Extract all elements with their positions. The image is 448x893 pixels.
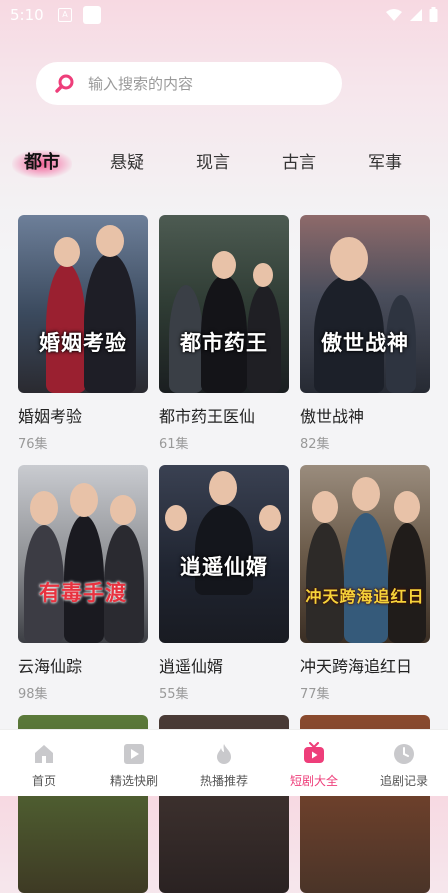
drama-card[interactable]: 逍遥仙婿 逍遥仙婿 55集 — [159, 465, 289, 702]
drama-card[interactable]: 都市药王 都市药王医仙 61集 — [159, 215, 289, 452]
bottom-nav: 首页 精选快刷 热播推荐 短剧大全 追剧记录 — [0, 729, 448, 796]
nav-home[interactable]: 首页 — [4, 742, 84, 789]
wifi-icon — [386, 8, 402, 21]
drama-poster[interactable]: 冲天跨海追红日 — [300, 465, 430, 643]
nav-label: 追剧记录 — [379, 774, 428, 788]
home-icon — [35, 745, 53, 763]
episode-count: 76集 — [18, 437, 48, 452]
drama-card[interactable]: 冲天跨海追红日 冲天跨海追红日 77集 — [300, 465, 430, 702]
drama-title: 傲世战神 — [300, 407, 365, 426]
nav-label: 短剧大全 — [289, 774, 338, 788]
tab-dushi[interactable]: 都市 — [24, 148, 60, 174]
nav-all-dramas[interactable]: 短剧大全 — [274, 742, 354, 789]
nav-history[interactable]: 追剧记录 — [364, 742, 444, 789]
drama-poster[interactable]: 都市药王 — [159, 215, 289, 393]
nav-featured[interactable]: 精选快刷 — [94, 742, 174, 789]
poster-title: 傲世战神 — [321, 330, 409, 355]
status-time: 5:10 — [10, 6, 44, 24]
battery-icon — [429, 7, 438, 22]
app-notification-icon: A — [58, 8, 72, 22]
status-icons — [385, 7, 438, 22]
poster-title: 婚姻考验 — [39, 330, 127, 355]
play-square-icon — [124, 744, 144, 764]
poster-title: 都市药王 — [180, 330, 268, 355]
search-icon — [55, 74, 74, 93]
poster-title: 逍遥仙婿 — [180, 554, 268, 579]
nav-hot[interactable]: 热播推荐 — [184, 742, 264, 789]
episode-count: 82集 — [300, 437, 330, 452]
clock-icon — [394, 744, 414, 764]
episode-count: 98集 — [18, 687, 48, 702]
status-bar: 5:10 A — [0, 0, 448, 30]
drama-title: 云海仙踪 — [18, 657, 83, 676]
search-input[interactable] — [86, 73, 310, 94]
nav-label: 热播推荐 — [199, 774, 248, 788]
tab-junshi[interactable]: 军事 — [368, 148, 402, 173]
poster-title: 有毒手渡 — [39, 580, 127, 605]
tab-xianyan[interactable]: 现言 — [196, 148, 230, 173]
episode-count: 77集 — [300, 687, 330, 702]
drama-poster[interactable]: 有毒手渡 — [18, 465, 148, 643]
drama-poster[interactable]: 婚姻考验 — [18, 215, 148, 393]
search-bar[interactable] — [36, 62, 342, 105]
episode-count: 55集 — [159, 687, 189, 702]
drama-card[interactable]: 婚姻考验 婚姻考验 76集 — [18, 215, 148, 452]
drama-card[interactable]: 傲世战神 傲世战神 82集 — [300, 215, 430, 452]
drama-poster[interactable]: 逍遥仙婿 — [159, 465, 289, 643]
tab-guyan[interactable]: 古言 — [282, 148, 316, 173]
drama-poster[interactable]: 傲世战神 — [300, 215, 430, 393]
signal-icon — [410, 8, 422, 21]
episode-count: 61集 — [159, 437, 189, 452]
drama-title: 冲天跨海追红日 — [300, 657, 413, 676]
drama-title: 都市药王医仙 — [159, 407, 256, 426]
drama-card[interactable]: 有毒手渡 云海仙踪 98集 — [18, 465, 148, 702]
poster-title: 冲天跨海追红日 — [305, 587, 425, 606]
nav-label: 精选快刷 — [109, 774, 158, 788]
flame-icon — [217, 744, 231, 764]
tv-icon — [304, 742, 324, 763]
nav-label: 首页 — [31, 774, 56, 788]
drama-title: 逍遥仙婿 — [159, 657, 224, 676]
drama-title: 婚姻考验 — [18, 407, 83, 426]
notification-square-icon — [83, 6, 101, 24]
category-tabs: 都市 悬疑 现言 古言 军事 — [0, 138, 448, 182]
tab-xuanyi[interactable]: 悬疑 — [110, 148, 144, 173]
